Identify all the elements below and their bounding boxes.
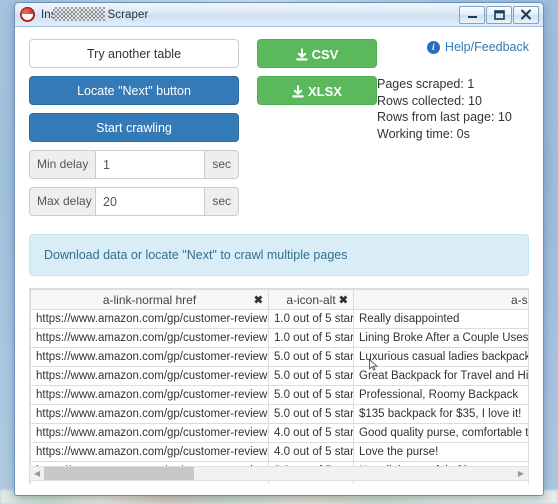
table-row[interactable]: https://www.amazon.com/gp/customer-revie…	[30, 385, 528, 405]
scrollbar-track[interactable]	[44, 467, 514, 480]
table-cell: 1.0 out of 5 stars	[268, 480, 354, 484]
table-cell: https://www.amazon.com/gp/customer-revie…	[30, 404, 269, 424]
title-bar[interactable]: Instant Data Scraper	[15, 3, 543, 27]
table-cell: https://www.amazon.com/gp/customer-revie…	[30, 480, 269, 484]
download-icon	[296, 43, 308, 70]
table-body: https://www.amazon.com/gp/customer-revie…	[30, 309, 528, 484]
column-header-2[interactable]: a-size-base	[353, 289, 528, 310]
table-cell: 4.0 out of 5 stars	[268, 423, 354, 443]
table-cell: 5.0 out of 5 stars	[268, 385, 354, 405]
scroll-right-icon[interactable]: ▶	[514, 467, 528, 480]
scrape-statistics: Pages scraped: 1 Rows collected: 10 Rows…	[377, 76, 529, 142]
help-feedback-label: Help/Feedback	[444, 40, 529, 54]
table-cell: Luxurious casual ladies backpack at a st…	[353, 347, 528, 367]
table-cell: https://www.amazon.com/gp/customer-revie…	[30, 328, 269, 348]
start-crawling-button[interactable]: Start crawling	[29, 113, 239, 142]
table-cell: Lining Broke After a Couple Uses	[353, 328, 528, 348]
window-content: Try another table Locate "Next" button S…	[15, 27, 543, 495]
application-window: Instant Data Scraper Try a	[14, 2, 544, 496]
scroll-left-icon[interactable]: ◀	[30, 467, 44, 480]
scraper-app-icon	[20, 7, 35, 22]
table-cell: https://www.amazon.com/gp/customer-revie…	[30, 423, 269, 443]
stat-rows-last-page: Rows from last page: 10	[377, 110, 512, 124]
table-cell: Professional, Roomy Backpack	[353, 385, 528, 405]
min-delay-group: Min delay sec	[29, 150, 239, 179]
column-header-1[interactable]: a-icon-alt ✖	[268, 289, 354, 310]
window-controls	[459, 5, 541, 24]
download-csv-button[interactable]: CSV	[257, 39, 377, 68]
table-head: a-link-normal href✖a-icon-alt✖a-size-bas…	[30, 289, 528, 310]
export-buttons-column: CSV XLSX	[257, 39, 377, 224]
help-feedback-link[interactable]: i Help/Feedback	[377, 40, 529, 54]
table-header-row: a-link-normal href✖a-icon-alt✖a-size-bas…	[30, 289, 528, 310]
max-delay-label: Max delay	[29, 187, 95, 216]
close-icon[interactable]	[513, 5, 539, 24]
data-table-container: a-link-normal href✖a-icon-alt✖a-size-bas…	[29, 288, 529, 484]
table-cell: 1.0 out of 5 stars	[268, 328, 354, 348]
table-cell: The main body is cavernous and hard to s…	[353, 480, 528, 484]
column-header-label: a-size-base	[510, 292, 528, 307]
horizontal-scrollbar[interactable]: ◀ ▶	[29, 466, 529, 481]
table-row[interactable]: https://www.amazon.com/gp/customer-revie…	[30, 442, 528, 462]
minimize-icon[interactable]	[459, 5, 485, 24]
scraped-data-table: a-link-normal href✖a-icon-alt✖a-size-bas…	[30, 289, 528, 484]
csv-label: CSV	[311, 47, 339, 62]
info-circle-icon: i	[426, 40, 440, 54]
info-alert-text: Download data or locate "Next" to crawl …	[44, 248, 348, 262]
table-cell: 5.0 out of 5 stars	[268, 404, 354, 424]
remove-column-icon[interactable]: ✖	[339, 293, 348, 306]
table-cell: 5.0 out of 5 stars	[268, 347, 354, 367]
table-row[interactable]: https://www.amazon.com/gp/customer-revie…	[30, 309, 528, 329]
table-row[interactable]: https://www.amazon.com/gp/customer-revie…	[30, 328, 528, 348]
table-cell: $135 backpack for $35, I love it!	[353, 404, 528, 424]
table-cell: https://www.amazon.com/gp/customer-revie…	[30, 309, 269, 329]
column-header-0[interactable]: a-link-normal href ✖	[30, 289, 269, 310]
locate-next-button[interactable]: Locate "Next" button	[29, 76, 239, 105]
table-cell: https://www.amazon.com/gp/customer-revie…	[30, 347, 269, 367]
download-icon	[292, 80, 304, 107]
controls-area: Try another table Locate "Next" button S…	[29, 39, 529, 224]
left-controls-column: Try another table Locate "Next" button S…	[29, 39, 239, 224]
table-row[interactable]: https://www.amazon.com/gp/customer-revie…	[30, 480, 528, 484]
xlsx-label: XLSX	[308, 84, 342, 99]
column-header-label: a-icon-alt	[286, 292, 336, 307]
stat-working-time: Working time: 0s	[377, 126, 470, 141]
table-row[interactable]: https://www.amazon.com/gp/customer-revie…	[30, 404, 528, 424]
download-xlsx-button[interactable]: XLSX	[257, 76, 377, 105]
column-header-label: a-link-normal href	[102, 292, 197, 307]
scrollbar-thumb[interactable]	[44, 467, 194, 480]
min-delay-label: Min delay	[29, 150, 95, 179]
min-delay-unit: sec	[205, 150, 239, 179]
table-cell: Good quality purse, comfortable to wear,…	[353, 423, 528, 443]
try-another-table-button[interactable]: Try another table	[29, 39, 239, 68]
table-cell: https://www.amazon.com/gp/customer-revie…	[30, 366, 269, 386]
table-row[interactable]: https://www.amazon.com/gp/customer-revie…	[30, 423, 528, 443]
table-cell: Really disappointed	[353, 309, 528, 329]
stat-pages-scraped: Pages scraped: 1	[377, 77, 475, 91]
table-cell: https://www.amazon.com/gp/customer-revie…	[30, 385, 269, 405]
max-delay-unit: sec	[205, 187, 239, 216]
table-cell: Love the purse!	[353, 442, 528, 462]
table-row[interactable]: https://www.amazon.com/gp/customer-revie…	[30, 347, 528, 367]
maximize-icon[interactable]	[486, 5, 512, 24]
table-cell: https://www.amazon.com/gp/customer-revie…	[30, 442, 269, 462]
stat-rows-collected: Rows collected: 10	[377, 93, 482, 108]
table-row[interactable]: https://www.amazon.com/gp/customer-revie…	[30, 366, 528, 386]
table-cell: 4.0 out of 5 stars	[268, 442, 354, 462]
table-cell: 1.0 out of 5 stars	[268, 309, 354, 329]
min-delay-input[interactable]	[95, 150, 206, 179]
remove-column-icon[interactable]: ✖	[254, 293, 263, 306]
table-cell: Great Backpack for Travel and Hiking	[353, 366, 528, 386]
title-redaction-overlay	[53, 7, 105, 21]
table-cell: 5.0 out of 5 stars	[268, 366, 354, 386]
info-alert: Download data or locate "Next" to crawl …	[29, 234, 529, 276]
max-delay-group: Max delay sec	[29, 187, 239, 216]
max-delay-input[interactable]	[95, 187, 206, 216]
status-column: i Help/Feedback Pages scraped: 1 Rows co…	[377, 39, 529, 224]
